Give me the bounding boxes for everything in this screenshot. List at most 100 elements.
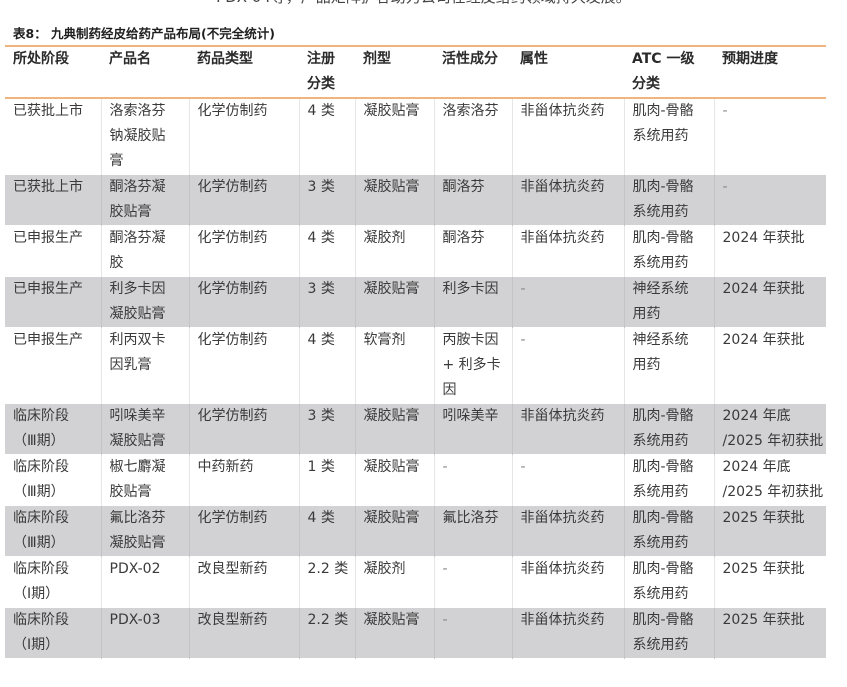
expected-progress-cell: 2024 年底/2025 年初获批 <box>714 403 826 455</box>
cell-text-line: 2.2 类 <box>307 612 349 628</box>
cell-text-line: 系统用药 <box>632 204 689 220</box>
cell-text-line: 系统用药 <box>632 637 689 653</box>
cell-text-line: 钠凝胶贴 <box>109 128 166 144</box>
cell-text-line: 2.2 类 <box>307 561 349 577</box>
cell-text-line: 系统用药 <box>632 255 689 271</box>
cell-text-line: 2024 年底 <box>722 408 791 424</box>
cell-text-line: 1 类 <box>307 459 335 475</box>
drug-type-cell: 改良型新药 <box>189 607 300 659</box>
cell-text-line: - <box>442 561 448 577</box>
product-table-container: 所处阶段 产品名 药品类型 注册 分类 剂型 活性成分 属性 ATC 一级 分类 预期进度 已获批上… <box>5 45 826 659</box>
cell-text-line: 非甾体抗炎药 <box>520 408 605 424</box>
cell-text-line: 凝胶剂 <box>363 230 406 246</box>
cell-text-line: 洛索洛芬 <box>442 103 499 119</box>
active-ingredient-cell: 利多卡因 <box>434 276 513 328</box>
drug-type-cell: 化学仿制药 <box>189 276 300 328</box>
cell-text-line: PDX-02 <box>109 561 161 577</box>
cell-text-line: 4 类 <box>307 230 335 246</box>
product-name-cell: 吲哚美辛 凝胶贴膏 <box>101 403 190 455</box>
cell-text-line: 临床阶段 <box>13 408 69 424</box>
cell-text-line: 4 类 <box>307 510 335 526</box>
cell-text-line: （Ⅲ期） <box>13 484 65 500</box>
cell-text-line: 酮洛芬 <box>442 230 485 246</box>
cell-text-line: 系统用药 <box>632 128 689 144</box>
cell-text-line: 酮洛芬凝 <box>109 179 166 195</box>
attribute-cell: - <box>512 276 625 328</box>
dosage-form-cell: 凝胶剂 <box>355 556 435 608</box>
dosage-form-cell: 凝胶贴膏 <box>355 98 435 175</box>
active-ingredient-cell: 丙胺卡因 + 利多卡因 <box>434 327 513 404</box>
cell-text-line: 中药新药 <box>197 459 254 475</box>
stage-cell: 已申报生产 <box>5 225 102 277</box>
stage-cell: 已申报生产 <box>5 327 102 404</box>
table-header: 所处阶段 产品名 药品类型 注册 分类 剂型 活性成分 属性 ATC 一级 分类 预期进度 <box>5 46 826 98</box>
expected-progress-cell: - <box>714 98 826 175</box>
attribute-cell: 非甾体抗炎药 <box>512 607 625 659</box>
registration-class-cell: 3 类 <box>299 276 356 328</box>
cell-text-line: （Ⅰ期） <box>13 637 60 653</box>
cell-text-line: 氟比洛芬 <box>442 510 499 526</box>
cell-text-line: 凝胶贴膏 <box>363 510 420 526</box>
dosage-form-cell: 凝胶贴膏 <box>355 276 435 328</box>
cell-text-line: 凝胶贴膏 <box>363 408 420 424</box>
active-ingredient-cell: 洛索洛芬 <box>434 98 513 175</box>
cell-text-line: 用药 <box>632 357 661 373</box>
cell-text-line: 4 类 <box>307 103 335 119</box>
dosage-form-cell: 软膏剂 <box>355 327 435 404</box>
cell-text-line: 椒七麝凝 <box>109 459 166 475</box>
attribute-cell: 非甾体抗炎药 <box>512 403 625 455</box>
cell-text-line: - <box>442 612 448 628</box>
cell-text-line: 临床阶段 <box>13 459 69 475</box>
cell-text-line: 系统用药 <box>632 535 689 551</box>
atc-class-cell: 肌肉-骨骼 系统用药 <box>624 98 715 175</box>
cell-text-line: 2024 年获批 <box>722 281 805 297</box>
dosage-form-cell: 凝胶贴膏 <box>355 505 435 557</box>
col-registration-class-header: 注册 分类 <box>299 46 355 98</box>
cell-text-line: 肌肉-骨骼 <box>632 510 694 526</box>
product-name-cell: 氟比洛芬 凝胶贴膏 <box>101 505 190 557</box>
cell-text-line: - <box>722 179 728 195</box>
col-drug-type-header: 药品类型 <box>189 46 299 98</box>
cell-text-line: 软膏剂 <box>363 332 406 348</box>
drug-type-cell: 化学仿制药 <box>189 505 300 557</box>
cell-text-line: 2025 年获批 <box>722 510 805 526</box>
cell-text-line: /2025 年初获批 <box>722 433 824 449</box>
cell-text-line: 凝胶贴膏 <box>363 612 420 628</box>
cell-text-line: 2024 年底 <box>722 459 791 475</box>
expected-progress-cell: 2025 年获批 <box>714 505 826 557</box>
cell-text-line: 已获批上市 <box>13 103 83 119</box>
product-pipeline-table: 所处阶段 产品名 药品类型 注册 分类 剂型 活性成分 属性 ATC 一级 分类 预期进度 已获批上… <box>5 45 826 659</box>
table-row: 临床阶段 （Ⅲ期） 氟比洛芬 凝胶贴膏 化学仿制药 4 类凝胶贴膏 氟比洛芬 非甾体抗炎药 肌肉… <box>5 505 826 557</box>
atc-class-cell: 肌肉-骨骼 系统用药 <box>624 403 715 455</box>
drug-type-cell: 化学仿制药 <box>189 327 300 404</box>
cell-text-line: PDX-03 <box>109 612 161 628</box>
col-active-ingredient-header: 活性成分 <box>434 46 512 98</box>
cell-text-line: 吲哚美辛 <box>442 408 499 424</box>
dosage-form-cell: 凝胶贴膏 <box>355 174 435 226</box>
col-expected-progress-header: 预期进度 <box>714 46 826 98</box>
registration-class-cell: 4 类 <box>299 225 356 277</box>
header-label: 属性 <box>520 51 548 67</box>
header-label: 分类 <box>307 76 335 92</box>
cell-text-line: 酮洛芬 <box>442 179 485 195</box>
product-name-cell: 利多卡因 凝胶贴膏 <box>101 276 190 328</box>
dosage-form-cell: 凝胶剂 <box>355 225 435 277</box>
active-ingredient-cell: - <box>434 454 513 506</box>
product-name-cell: PDX-03 <box>101 607 190 659</box>
active-ingredient-cell: 酮洛芬 <box>434 174 513 226</box>
col-dosage-form-header: 剂型 <box>355 46 434 98</box>
cell-text-line: 2025 年获批 <box>722 612 805 628</box>
attribute-cell: 非甾体抗炎药 <box>512 556 625 608</box>
table-row: 临床阶段 （Ⅰ期） PDX-02 改良型新药 2.2 类凝胶剂 - 非甾体抗炎药 肌肉-骨骼系… <box>5 556 826 608</box>
active-ingredient-cell: 氟比洛芬 <box>434 505 513 557</box>
table-row: 临床阶段 （Ⅲ期） 吲哚美辛 凝胶贴膏 化学仿制药 3 类凝胶贴膏 吲哚美辛 非甾体抗炎药 肌肉… <box>5 403 826 455</box>
cell-text-line: 已申报生产 <box>13 332 83 348</box>
cell-text-line: 3 类 <box>307 281 335 297</box>
cell-text-line: 凝胶贴膏 <box>363 281 420 297</box>
dosage-form-cell: 凝胶贴膏 <box>355 454 435 506</box>
product-name-cell: 洛索洛芬 钠凝胶贴膏 <box>101 98 190 175</box>
cell-text-line: 非甾体抗炎药 <box>520 230 605 246</box>
stage-cell: 临床阶段 （Ⅲ期） <box>5 505 102 557</box>
cell-text-line: 利多卡因 <box>442 281 499 297</box>
cell-text-line: 非甾体抗炎药 <box>520 612 605 628</box>
